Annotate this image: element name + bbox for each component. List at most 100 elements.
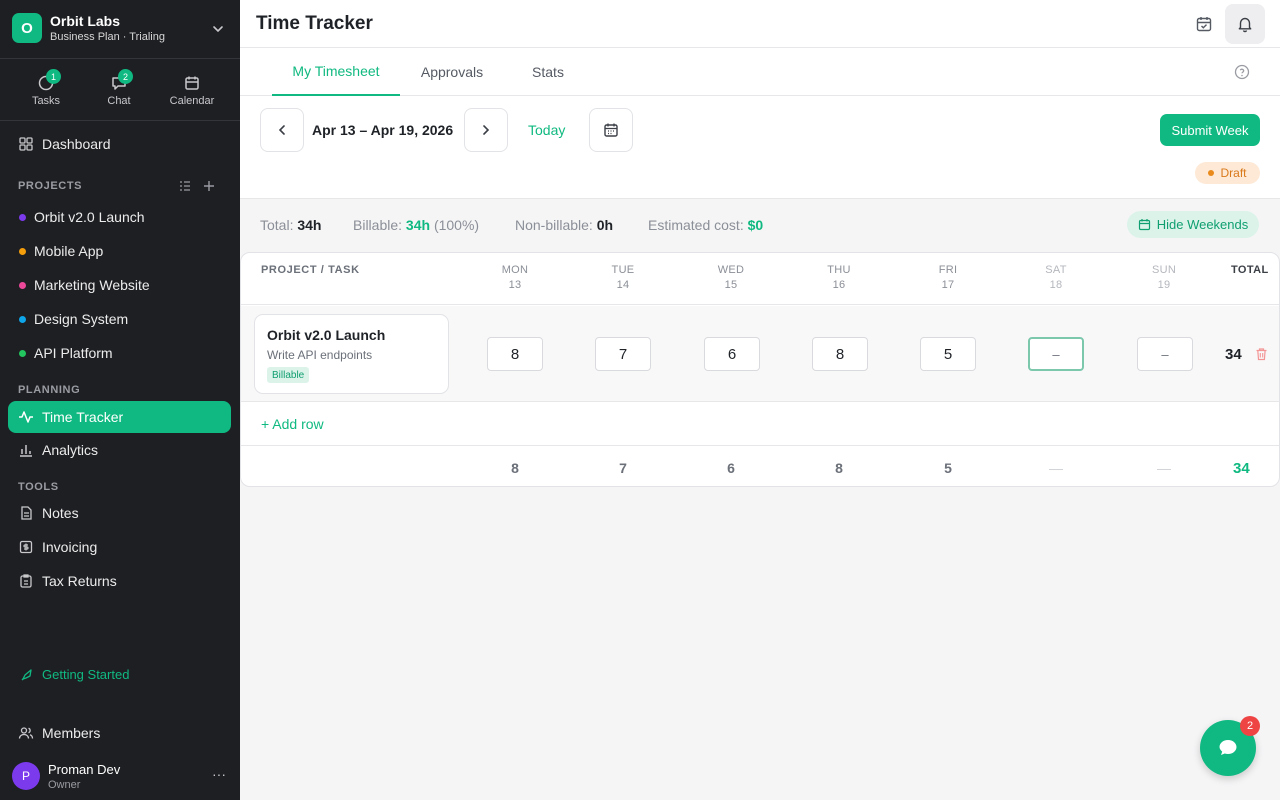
rocket-icon xyxy=(21,668,32,680)
dashboard-icon xyxy=(19,137,33,151)
summary-nonbillable: Non-billable: 0h xyxy=(515,217,613,233)
sidebar-item-analytics[interactable]: Analytics xyxy=(8,434,231,466)
hours-input-sun[interactable]: – xyxy=(1137,337,1193,371)
quick-chat[interactable]: 2 Chat xyxy=(89,69,149,107)
org-switcher[interactable]: O Orbit Labs Business Plan · Trialing xyxy=(0,0,240,59)
tab-approvals[interactable]: Approvals xyxy=(408,48,496,96)
day-header-thu: THU 16 xyxy=(809,264,869,291)
date-picker-button[interactable] xyxy=(589,108,633,152)
day-header-wed: WED 15 xyxy=(701,264,761,291)
tasks-badge: 1 xyxy=(46,69,61,84)
project-color-dot xyxy=(19,349,26,357)
status-label: Draft xyxy=(1220,166,1247,180)
day-header-sat: SAT 18 xyxy=(1026,264,1086,291)
sidebar-item-label: Time Tracker xyxy=(42,409,124,425)
sidebar-project-api[interactable]: API Platform xyxy=(8,338,231,368)
day-header-fri: FRI 17 xyxy=(918,264,978,291)
more-options-icon[interactable]: ··· xyxy=(212,766,226,782)
hours-input-thu[interactable]: 8 xyxy=(812,337,868,371)
sidebar-item-time-tracker[interactable]: Time Tracker xyxy=(8,401,231,433)
summary-nonbillable-label: Non-billable: xyxy=(515,217,593,233)
user-profile[interactable]: P Proman Dev Owner ··· xyxy=(12,762,232,792)
quick-calendar[interactable]: Calendar xyxy=(162,74,222,107)
sidebar-project-orbit[interactable]: Orbit v2.0 Launch xyxy=(8,202,231,232)
page-title: Time Tracker xyxy=(256,13,373,34)
footer-total-sun: — xyxy=(1157,460,1171,476)
summary-total-value: 34h xyxy=(297,217,322,233)
sidebar-item-tax-returns[interactable]: Tax Returns xyxy=(8,565,231,597)
add-project-icon[interactable] xyxy=(203,180,215,192)
sidebar-item-invoicing[interactable]: Invoicing xyxy=(8,531,231,563)
chevron-right-icon xyxy=(483,125,490,135)
trash-icon[interactable] xyxy=(1255,347,1268,361)
previous-week-button[interactable] xyxy=(260,108,304,152)
day-date: 16 xyxy=(832,279,846,291)
top-bar: Time Tracker xyxy=(240,0,1280,48)
hours-input-mon[interactable]: 8 xyxy=(487,337,543,371)
sidebar-item-label: Marketing Website xyxy=(34,277,150,293)
calendar-icon xyxy=(604,123,618,137)
help-icon[interactable] xyxy=(1234,64,1250,80)
org-name: Orbit Labs xyxy=(50,13,121,29)
sidebar-item-members[interactable]: Members xyxy=(8,717,231,749)
tab-stats[interactable]: Stats xyxy=(520,48,576,96)
footer-total-mon: 8 xyxy=(511,460,519,476)
day-header-sun: SUN 19 xyxy=(1134,264,1194,291)
task-project: Orbit v2.0 Launch xyxy=(267,327,386,343)
quick-tasks[interactable]: 1 Tasks xyxy=(16,69,76,107)
tab-my-timesheet[interactable]: My Timesheet xyxy=(272,48,400,96)
sidebar-project-mobile[interactable]: Mobile App xyxy=(8,236,231,266)
sidebar-project-design[interactable]: Design System xyxy=(8,304,231,334)
calendar-icon xyxy=(1138,219,1150,231)
sidebar-item-label: API Platform xyxy=(34,345,113,361)
task-card[interactable]: Orbit v2.0 Launch Write API endpoints Bi… xyxy=(254,314,449,394)
grid-header: PROJECT / TASK MON 13 TUE 14 WED 15 THU 16 F… xyxy=(241,253,1279,305)
footer-total-sat: — xyxy=(1049,460,1063,476)
sidebar-item-notes[interactable]: Notes xyxy=(8,497,231,529)
avatar: P xyxy=(12,762,40,790)
task-name: Write API endpoints xyxy=(267,348,373,362)
footer-total-tue: 7 xyxy=(619,460,627,476)
day-header-mon: MON 13 xyxy=(485,264,545,291)
summary-billable-pct: (100%) xyxy=(433,217,480,233)
total-header: TOTAL xyxy=(1231,264,1269,276)
project-color-dot xyxy=(19,213,26,221)
sidebar-item-label: Dashboard xyxy=(42,136,111,152)
sidebar-item-label: Members xyxy=(42,725,101,741)
project-task-header: PROJECT / TASK xyxy=(261,264,360,276)
notifications-button[interactable] xyxy=(1225,4,1265,44)
submit-week-button[interactable]: Submit Week xyxy=(1160,114,1260,146)
sidebar-item-label: Invoicing xyxy=(42,539,98,555)
day-name: THU xyxy=(827,264,851,276)
hours-input-sat[interactable]: – xyxy=(1028,337,1084,371)
add-row-button[interactable]: + Add row xyxy=(261,416,324,432)
document-icon xyxy=(21,506,32,520)
bar-chart-icon xyxy=(20,445,32,457)
hours-input-fri[interactable]: 5 xyxy=(920,337,976,371)
hours-input-tue[interactable]: 7 xyxy=(595,337,651,371)
sidebar-project-marketing[interactable]: Marketing Website xyxy=(8,270,231,300)
quick-tasks-label: Tasks xyxy=(31,95,61,107)
day-date: 14 xyxy=(616,279,630,291)
sidebar-item-dashboard[interactable]: Dashboard xyxy=(8,128,231,160)
quick-access: 1 Tasks 2 Chat Calendar xyxy=(0,60,240,121)
summary-cost-label: Estimated cost: xyxy=(648,217,744,233)
getting-started-link[interactable]: Getting Started xyxy=(20,667,129,682)
summary-nonbillable-value: 0h xyxy=(596,217,614,233)
summary-cost: Estimated cost: $0 xyxy=(648,217,763,233)
footer-total-fri: 5 xyxy=(944,460,952,476)
calendar-check-button[interactable] xyxy=(1184,4,1224,44)
calendar-check-icon xyxy=(1196,17,1212,32)
row-total: 34 xyxy=(1225,346,1242,363)
chevron-left-icon xyxy=(278,125,285,135)
summary-billable-value: 34h xyxy=(405,217,431,233)
hours-input-wed[interactable]: 6 xyxy=(704,337,760,371)
sidebar-item-label: Mobile App xyxy=(34,243,104,259)
next-week-button[interactable] xyxy=(464,108,508,152)
chevron-down-icon[interactable] xyxy=(211,22,225,36)
today-button[interactable]: Today xyxy=(528,122,565,138)
list-view-icon[interactable] xyxy=(179,180,191,192)
hide-weekends-button[interactable]: Hide Weekends xyxy=(1127,211,1259,238)
day-name: MON xyxy=(501,264,529,276)
quick-calendar-label: Calendar xyxy=(169,95,215,107)
